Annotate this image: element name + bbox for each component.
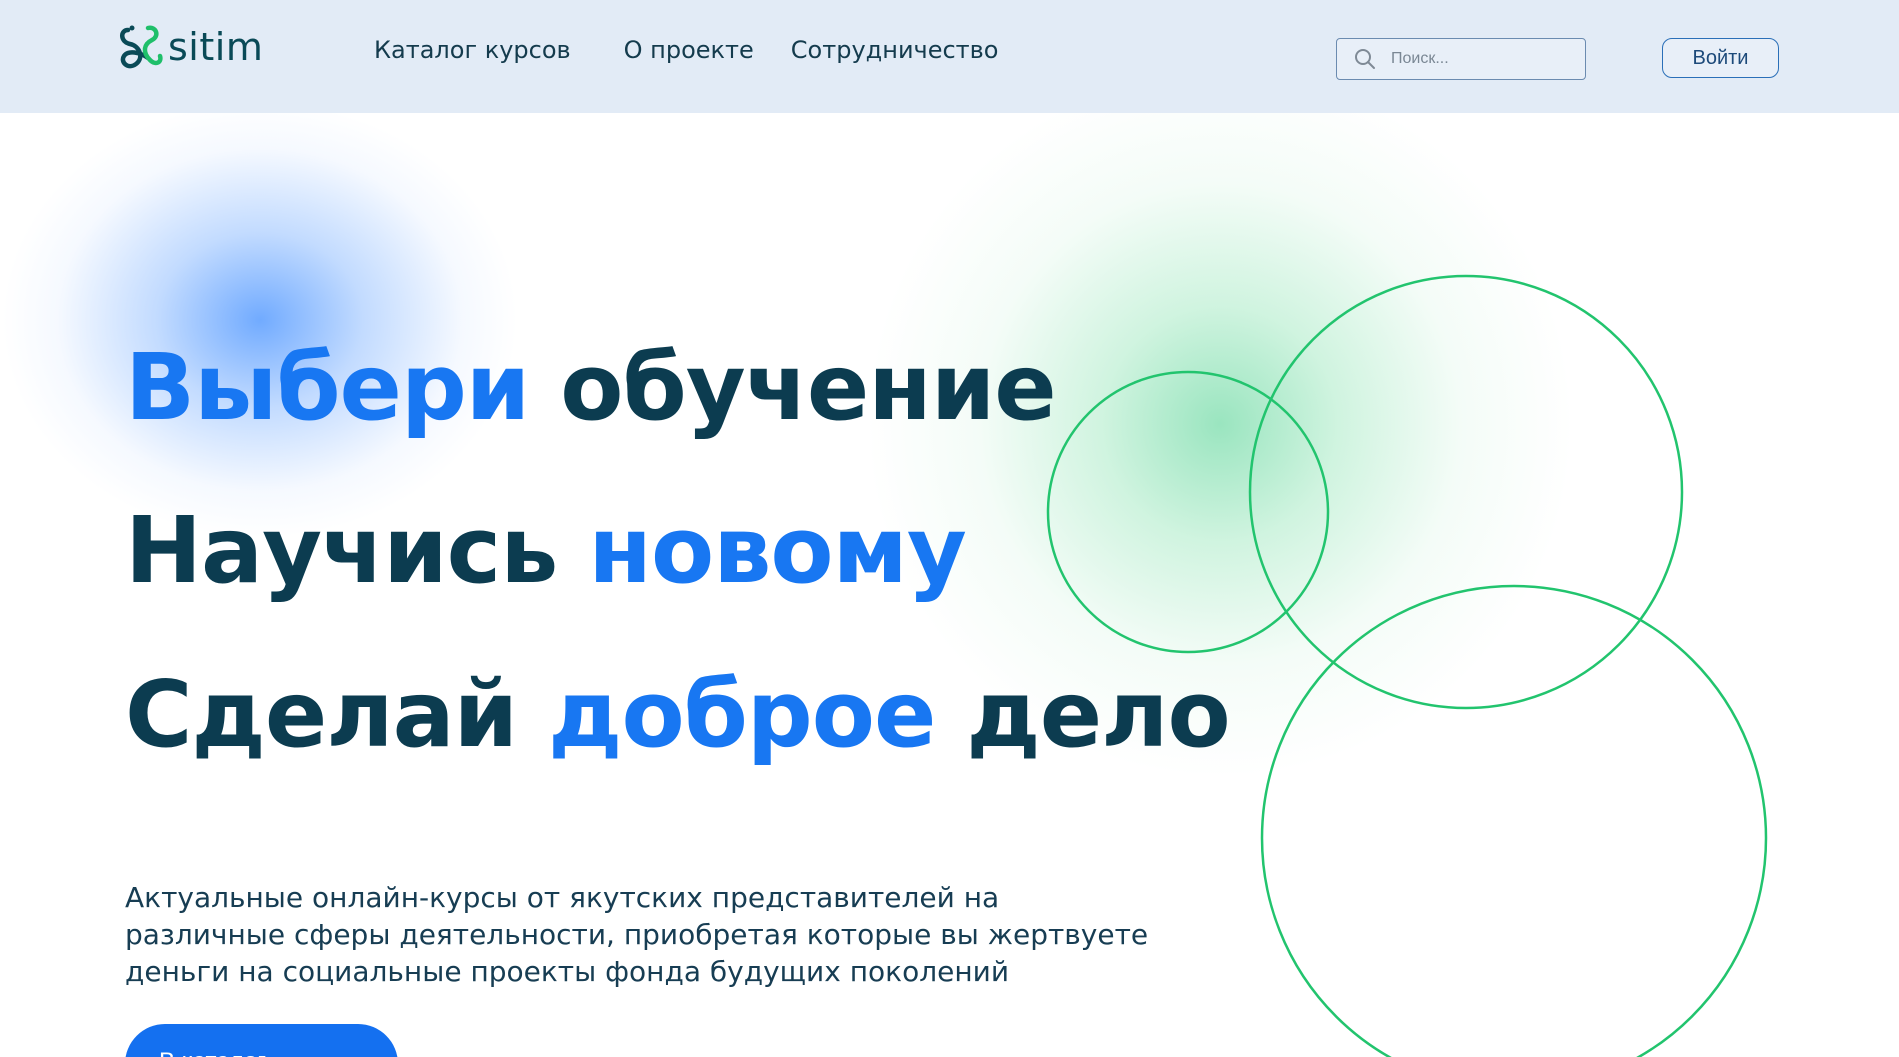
hero-line-2-plain: Научись	[125, 497, 589, 604]
logo-text: sitim	[168, 25, 264, 69]
search-box[interactable]	[1336, 38, 1586, 80]
catalog-button[interactable]: В каталог ›	[125, 1024, 398, 1057]
site-header: sitim Каталог курсов О проекте Сотруднич…	[0, 0, 1899, 113]
hero-line-1: Выбери обучение	[125, 342, 1057, 434]
hero-line-3-plain: Сделай	[125, 661, 549, 768]
nav-item-about[interactable]: О проекте	[624, 36, 754, 64]
blue-glow-decoration	[0, 100, 520, 540]
hero-line-3-accent: доброе	[548, 661, 936, 768]
search-input[interactable]	[1389, 49, 1573, 69]
hero-line-1-rest: обучение	[529, 334, 1056, 441]
nav-item-catalog[interactable]: Каталог курсов	[374, 36, 571, 64]
catalog-button-label: В каталог	[159, 1048, 266, 1057]
page: sitim Каталог курсов О проекте Сотруднич…	[0, 0, 1899, 1057]
hero-line-1-accent: Выбери	[125, 334, 530, 441]
nav-item-cooperation[interactable]: Сотрудничество	[791, 36, 999, 64]
hero-line-3-rest: дело	[935, 661, 1230, 768]
hero-line-2-accent: новому	[588, 497, 966, 604]
hero-line-3: Сделай доброе дело	[125, 669, 1231, 761]
search-icon	[1355, 49, 1375, 69]
logo[interactable]: sitim	[118, 22, 263, 72]
logo-mark-icon	[120, 25, 163, 69]
hero-line-2: Научись новому	[125, 505, 967, 597]
login-button[interactable]: Войти	[1662, 38, 1779, 78]
hero-subtitle: Актуальные онлайн-курсы от якутских пред…	[125, 881, 1149, 988]
chevron-right-icon: ›	[362, 1048, 370, 1057]
main-nav: Каталог курсов О проекте Сотрудничество	[374, 36, 999, 64]
